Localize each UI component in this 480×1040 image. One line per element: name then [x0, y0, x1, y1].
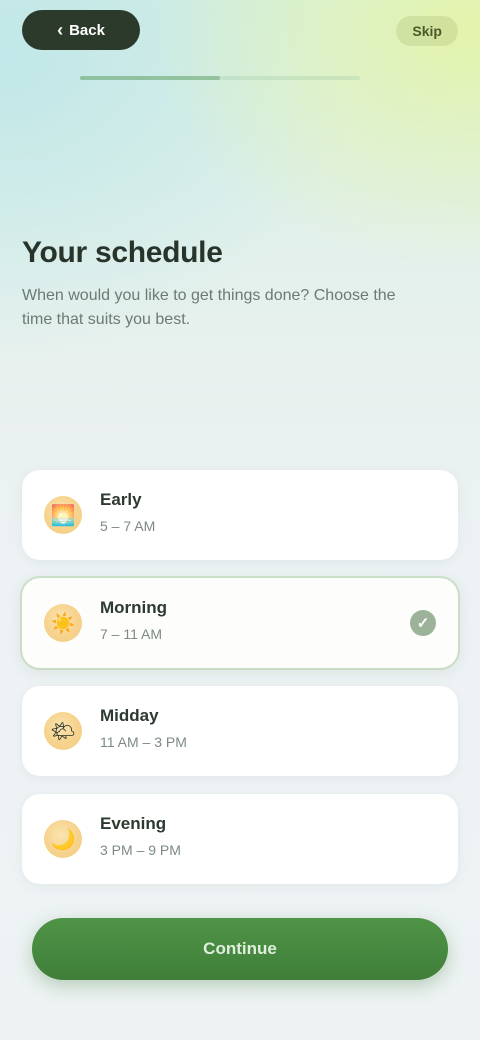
- skip-button[interactable]: Skip: [396, 16, 458, 46]
- skip-label: Skip: [412, 23, 442, 39]
- option-label: Morning: [100, 598, 168, 617]
- option-description: 11 AM – 3 PM: [100, 734, 187, 750]
- sun-icon: 🌤: [44, 712, 82, 750]
- continue-label: Continue: [203, 939, 277, 958]
- option-morning[interactable]: ☀️ Morning 7 – 11 AM ✓: [22, 578, 458, 668]
- option-description: 5 – 7 AM: [100, 518, 156, 534]
- top-bar: ‹ Back Skip: [22, 8, 458, 52]
- option-label: Midday: [100, 706, 159, 725]
- option-label: Early: [100, 490, 142, 509]
- page-subtitle: When would you like to get things done? …: [22, 287, 396, 328]
- sun-icon: ☀️: [44, 604, 82, 642]
- sunrise-icon: 🌅: [44, 496, 82, 534]
- progress-fill: [80, 76, 220, 80]
- page-title: Your schedule: [22, 236, 223, 269]
- chevron-left-icon: ‹: [57, 20, 64, 40]
- continue-button[interactable]: Continue: [32, 918, 448, 980]
- option-early[interactable]: 🌅 Early 5 – 7 AM: [22, 470, 458, 560]
- back-label: Back: [69, 21, 105, 39]
- onboarding-screen: ‹ Back Skip Your schedule When would you…: [0, 0, 480, 1040]
- option-list: 🌅 Early 5 – 7 AM ☀️ Morning 7 – 11 AM ✓ …: [22, 470, 458, 902]
- check-icon: ✓: [410, 610, 436, 636]
- option-description: 3 PM – 9 PM: [100, 842, 181, 858]
- option-midday[interactable]: 🌤 Midday 11 AM – 3 PM: [22, 686, 458, 776]
- option-evening[interactable]: 🌙 Evening 3 PM – 9 PM: [22, 794, 458, 884]
- moon-icon: 🌙: [44, 820, 82, 858]
- progress-bar: [80, 76, 360, 80]
- option-label: Evening: [100, 814, 167, 833]
- option-description: 7 – 11 AM: [100, 626, 163, 642]
- back-button[interactable]: ‹ Back: [22, 10, 140, 50]
